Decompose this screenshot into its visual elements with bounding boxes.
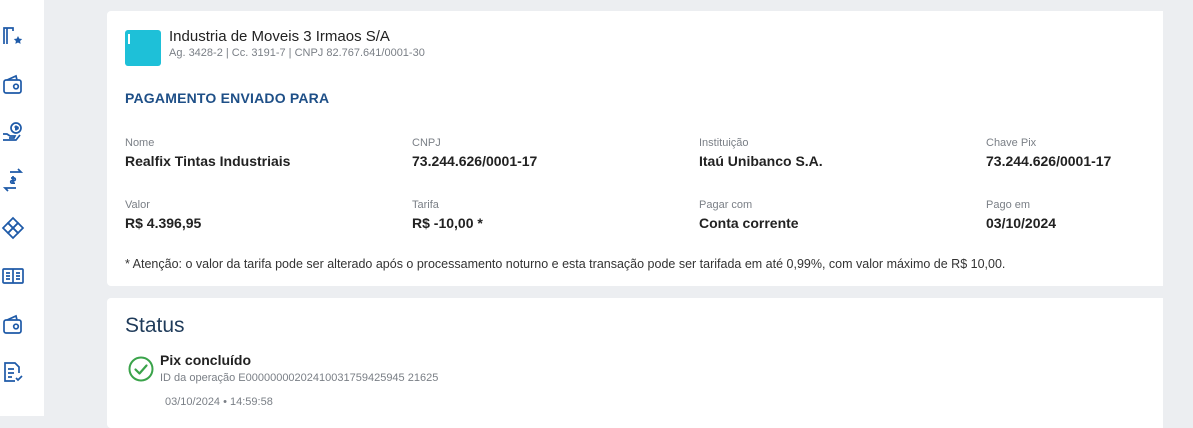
payment-card: Industria de Moveis 3 Irmaos S/A Ag. 342… <box>107 11 1163 286</box>
instituicao-label: Instituição <box>699 137 749 149</box>
statement-icon[interactable] <box>0 263 26 289</box>
nome-label: Nome <box>125 137 155 149</box>
status-title: Status <box>125 314 185 337</box>
favorites-icon[interactable] <box>0 23 26 49</box>
wallet-icon[interactable] <box>0 72 26 98</box>
chave-pix-label: Chave Pix <box>986 137 1037 149</box>
operation-id: ID da operação E000000002024100317594259… <box>160 372 439 384</box>
company-name: Industria de Moveis 3 Irmaos S/A <box>169 28 390 45</box>
transfer-icon[interactable] <box>0 167 26 193</box>
account-details: Ag. 3428-2 | Cc. 3191-7 | CNPJ 82.767.64… <box>169 47 425 59</box>
valor-label: Valor <box>125 199 150 211</box>
cnpj-value: 73.244.626/0001-17 <box>412 153 538 169</box>
status-label: Pix concluído <box>160 352 252 368</box>
section-title: PAGAMENTO ENVIADO PARA <box>125 90 330 106</box>
check-circle-icon <box>128 356 154 382</box>
pago-em-value: 03/10/2024 <box>986 215 1057 231</box>
status-timestamp: 03/10/2024 • 14:59:58 <box>165 396 273 408</box>
checklist-icon[interactable] <box>0 359 26 385</box>
status-card: Status Pix concluído ID da operação E000… <box>107 298 1163 428</box>
nome-value: Realfix Tintas Industriais <box>125 153 291 169</box>
pago-em-label: Pago em <box>986 199 1031 211</box>
tarifa-value: R$ -10,00 * <box>412 215 483 231</box>
wallet-2-icon[interactable] <box>0 312 26 338</box>
money-hand-icon[interactable] <box>0 119 26 145</box>
tarifa-label: Tarifa <box>412 199 439 211</box>
sidebar <box>0 0 44 416</box>
tariff-note: * Atenção: o valor da tarifa pode ser al… <box>125 257 1006 271</box>
pagar-com-label: Pagar com <box>699 199 753 211</box>
chave-pix-value: 73.244.626/0001-17 <box>986 153 1112 169</box>
pix-icon[interactable] <box>0 215 26 241</box>
pagar-com-value: Conta corrente <box>699 215 799 231</box>
valor-value: R$ 4.396,95 <box>125 215 202 231</box>
instituicao-value: Itaú Unibanco S.A. <box>699 153 823 169</box>
cnpj-label: CNPJ <box>412 137 441 149</box>
company-logo <box>125 30 161 66</box>
